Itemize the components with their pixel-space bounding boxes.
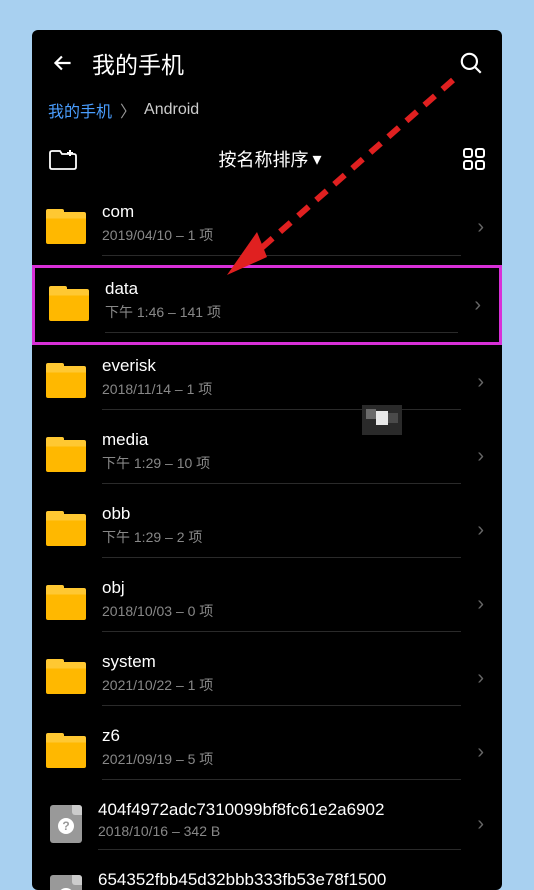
item-meta: 2018/10/16 – 342 B <box>98 823 461 839</box>
item-info: 404f4972adc7310099bf8fc61e2a6902 2018/10/… <box>98 798 461 850</box>
add-folder-icon[interactable] <box>48 147 78 171</box>
item-meta: 下午 1:46 – 141 项 <box>105 302 458 322</box>
folder-icon <box>46 514 86 546</box>
chevron-right-icon: 〉 <box>120 98 136 122</box>
item-info: everisk 2018/11/14 – 1 项 <box>102 354 461 410</box>
list-item[interactable]: media 下午 1:29 – 10 项 › <box>32 419 502 493</box>
item-meta: 2019/04/10 – 1 项 <box>102 225 461 245</box>
item-name: 404f4972adc7310099bf8fc61e2a6902 <box>98 800 461 820</box>
folder-icon <box>46 366 86 398</box>
item-info: data 下午 1:46 – 141 项 <box>105 277 458 333</box>
item-meta: 下午 1:29 – 10 项 <box>102 453 461 473</box>
phone-screen: 我的手机 我的手机 〉 Android 按名称排序 ▾ com 2019/04/1… <box>32 30 502 890</box>
item-name: z6 <box>102 726 461 746</box>
file-icon <box>50 805 82 843</box>
chevron-right-icon: › <box>477 519 488 542</box>
chevron-right-icon: › <box>477 667 488 690</box>
item-info: com 2019/04/10 – 1 项 <box>102 199 461 256</box>
toolbar: 按名称排序 ▾ <box>32 136 502 190</box>
search-icon[interactable] <box>458 50 484 76</box>
list-item[interactable]: system 2021/10/22 – 1 项 › <box>32 641 502 715</box>
item-name: everisk <box>102 356 461 376</box>
breadcrumb-current: Android <box>144 101 199 119</box>
list-item[interactable]: data 下午 1:46 – 141 项 › <box>32 265 502 345</box>
header-bar: 我的手机 <box>32 30 502 90</box>
folder-icon <box>46 212 86 244</box>
folder-icon <box>46 440 86 472</box>
list-item[interactable]: 654352fbb45d32bbb333fb53e78f15002018/11/… <box>32 859 502 890</box>
list-item[interactable]: 404f4972adc7310099bf8fc61e2a6902 2018/10/… <box>32 789 502 859</box>
chevron-right-icon: › <box>477 741 488 764</box>
folder-icon <box>46 736 86 768</box>
grid-view-icon[interactable] <box>462 147 486 171</box>
item-name: media <box>102 430 461 450</box>
item-meta: 2018/10/03 – 0 项 <box>102 601 461 621</box>
chevron-right-icon: › <box>477 883 488 890</box>
sort-dropdown[interactable]: 按名称排序 ▾ <box>78 146 462 172</box>
folder-icon <box>46 662 86 694</box>
dropdown-icon: ▾ <box>312 149 321 170</box>
item-meta: 2021/09/19 – 5 项 <box>102 749 461 769</box>
item-name: com <box>102 202 461 222</box>
item-name: system <box>102 652 461 672</box>
chevron-right-icon: › <box>474 294 485 317</box>
item-meta: 2018/11/14 – 1 项 <box>102 379 461 399</box>
list-item[interactable]: z6 2021/09/19 – 5 项 › <box>32 715 502 789</box>
item-info: z6 2021/09/19 – 5 项 <box>102 724 461 780</box>
chevron-right-icon: › <box>477 216 488 239</box>
chevron-right-icon: › <box>477 445 488 468</box>
back-icon[interactable] <box>50 50 76 76</box>
item-info: obj 2018/10/03 – 0 项 <box>102 576 461 632</box>
chevron-right-icon: › <box>477 371 488 394</box>
list-item[interactable]: everisk 2018/11/14 – 1 项 › <box>32 345 502 419</box>
list-item[interactable]: com 2019/04/10 – 1 项 › <box>32 190 502 265</box>
item-name: obb <box>102 504 461 524</box>
item-meta: 2021/10/22 – 1 项 <box>102 675 461 695</box>
file-list: com 2019/04/10 – 1 项 › data 下午 1:46 – 141 项 ›… <box>32 190 502 890</box>
breadcrumb-root[interactable]: 我的手机 <box>48 98 112 122</box>
page-title: 我的手机 <box>92 46 442 80</box>
sort-label: 按名称排序 <box>218 146 308 172</box>
breadcrumb: 我的手机 〉 Android <box>32 90 502 136</box>
folder-icon <box>46 588 86 620</box>
item-info: obb 下午 1:29 – 2 项 <box>102 502 461 558</box>
list-item[interactable]: obj 2018/10/03 – 0 项 › <box>32 567 502 641</box>
item-name: data <box>105 279 458 299</box>
list-item[interactable]: obb 下午 1:29 – 2 项 › <box>32 493 502 567</box>
chevron-right-icon: › <box>477 813 488 836</box>
item-meta: 下午 1:29 – 2 项 <box>102 527 461 547</box>
chevron-right-icon: › <box>477 593 488 616</box>
item-info: 654352fbb45d32bbb333fb53e78f15002018/11/… <box>98 868 461 890</box>
file-icon <box>50 875 82 890</box>
item-name: obj <box>102 578 461 598</box>
folder-icon <box>49 289 89 321</box>
item-info: system 2021/10/22 – 1 项 <box>102 650 461 706</box>
item-name: 654352fbb45d32bbb333fb53e78f1500 <box>98 870 461 890</box>
item-info: media 下午 1:29 – 10 项 <box>102 428 461 484</box>
